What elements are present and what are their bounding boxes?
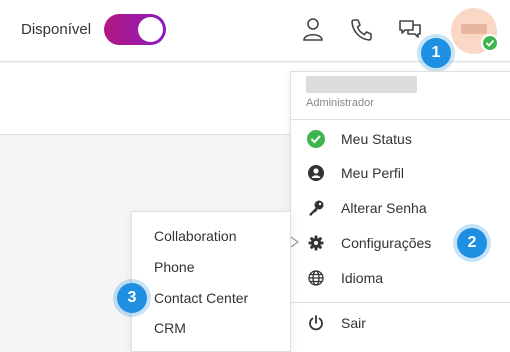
menu-item-idioma[interactable]: Idioma: [291, 263, 510, 293]
submenu-item-phone[interactable]: Phone: [154, 259, 194, 275]
step-1-badge: 1: [421, 38, 451, 68]
user-dropdown-menu: Administrador Meu Status Meu Perfil Alte…: [290, 71, 510, 352]
submenu-item-contact-center[interactable]: Contact Center: [154, 290, 248, 306]
chat-icon[interactable]: [398, 16, 422, 42]
online-status-icon: [481, 34, 499, 52]
menu-item-label: Alterar Senha: [341, 200, 427, 216]
toggle-knob: [138, 17, 163, 42]
menu-item-label: Meu Perfil: [341, 165, 405, 181]
avatar[interactable]: [451, 8, 499, 54]
availability-toggle[interactable]: [104, 14, 166, 45]
menu-item-label: Configurações: [341, 235, 432, 251]
submenu-item-crm[interactable]: CRM: [154, 320, 186, 336]
availability-label: Disponível: [21, 21, 92, 38]
menu-item-meu-status[interactable]: Meu Status: [291, 124, 510, 154]
menu-divider: [291, 302, 510, 303]
menu-divider: [291, 119, 510, 120]
phone-icon[interactable]: [349, 16, 373, 42]
user-icon[interactable]: [301, 16, 325, 42]
avatar-initials-redacted: [461, 24, 487, 34]
globe-icon: [306, 268, 326, 288]
submenu-item-collaboration[interactable]: Collaboration: [154, 228, 237, 244]
user-role: Administrador: [306, 97, 374, 109]
check-circle-icon: [306, 129, 326, 149]
gear-icon: [306, 233, 326, 253]
menu-item-label: Idioma: [341, 270, 384, 286]
profile-icon: [306, 163, 326, 183]
menu-item-label: Meu Status: [341, 131, 412, 147]
power-icon: [306, 313, 326, 333]
menu-item-meu-perfil[interactable]: Meu Perfil: [291, 158, 510, 188]
step-2-badge: 2: [457, 228, 487, 258]
submenu-caret-icon: [290, 236, 300, 248]
menu-item-alterar-senha[interactable]: Alterar Senha: [291, 193, 510, 223]
user-name-redacted: [306, 76, 417, 93]
step-3-badge: 3: [117, 283, 147, 313]
menu-item-sair[interactable]: Sair: [291, 308, 510, 338]
configuracoes-submenu: Collaboration Phone Contact Center CRM: [131, 211, 291, 352]
key-icon: [306, 198, 326, 218]
menu-item-label: Sair: [341, 315, 366, 331]
